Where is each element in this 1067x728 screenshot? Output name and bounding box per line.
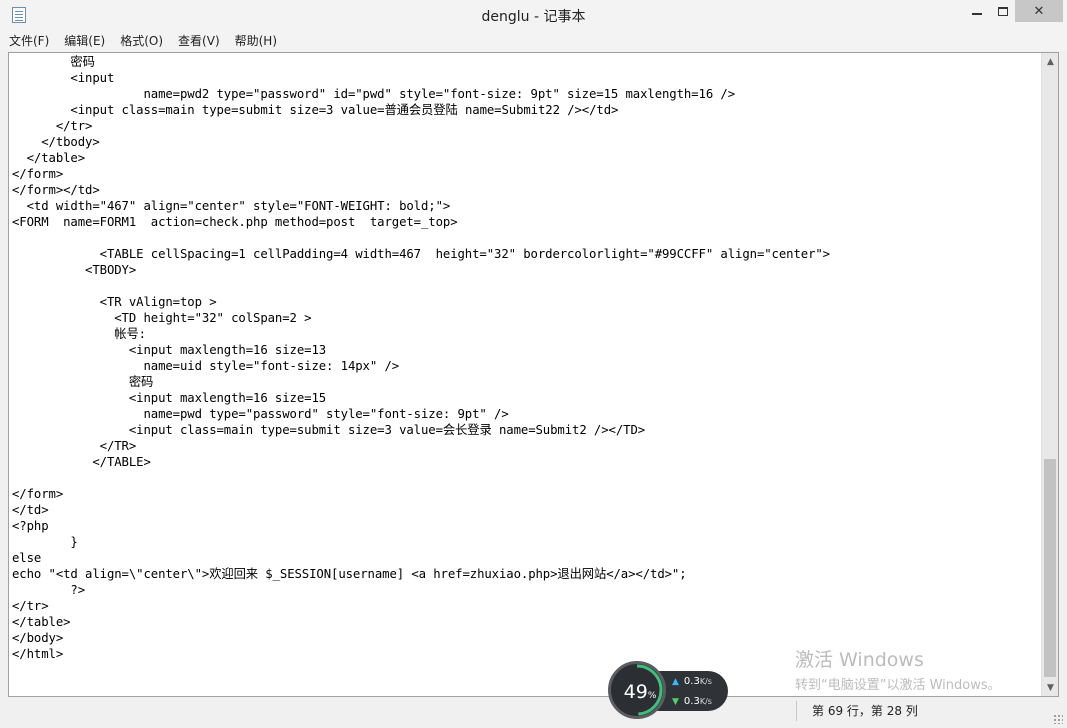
close-button[interactable]: ✕ — [1015, 0, 1063, 22]
menu-view[interactable]: 查看(V) — [178, 32, 220, 49]
code-line[interactable]: <input class=main type=submit size=3 val… — [12, 422, 1038, 438]
maximize-button[interactable] — [988, 0, 1018, 22]
menu-help[interactable]: 帮助(H) — [235, 32, 277, 49]
code-line[interactable]: 帐号: — [12, 326, 1038, 342]
vertical-scrollbar[interactable]: ▲ ▼ — [1041, 53, 1058, 696]
code-line[interactable]: <TD height="32" colSpan=2 > — [12, 310, 1038, 326]
code-line[interactable]: </TABLE> — [12, 454, 1038, 470]
menu-edit[interactable]: 编辑(E) — [64, 32, 105, 49]
code-line[interactable]: </form></td> — [12, 182, 1038, 198]
code-line[interactable]: <input maxlength=16 size=15 — [12, 390, 1038, 406]
code-line[interactable]: </tr> — [12, 598, 1038, 614]
scroll-up-icon[interactable]: ▲ — [1042, 53, 1058, 70]
status-divider — [796, 701, 797, 721]
upload-unit: K/s — [699, 677, 712, 686]
menu-bar: 文件(F) 编辑(E) 格式(O) 查看(V) 帮助(H) — [0, 30, 1067, 51]
minimize-icon — [972, 13, 982, 15]
code-line[interactable]: </table> — [12, 614, 1038, 630]
code-line[interactable]: echo "<td align=\"center\">欢迎回来 $_SESSIO… — [12, 566, 1038, 582]
code-line[interactable]: name=pwd2 type="password" id="pwd" style… — [12, 86, 1038, 102]
scroll-down-icon[interactable]: ▼ — [1042, 679, 1058, 696]
title-bar: denglu - 记事本 ✕ — [0, 0, 1067, 30]
code-line[interactable]: </tbody> — [12, 134, 1038, 150]
code-line[interactable]: else — [12, 550, 1038, 566]
code-line[interactable]: <input — [12, 70, 1038, 86]
code-line[interactable] — [12, 470, 1038, 486]
download-value: 0.3 — [683, 696, 700, 707]
usage-percent-sign: % — [647, 691, 657, 701]
network-speed-widget[interactable]: 49% ▲ 0.3K/s ▼ 0.3K/s — [608, 661, 730, 719]
code-line[interactable]: </td> — [12, 502, 1038, 518]
code-line[interactable]: <TBODY> — [12, 262, 1038, 278]
code-line[interactable]: </form> — [12, 486, 1038, 502]
code-line[interactable]: <td width="467" align="center" style="FO… — [12, 198, 1038, 214]
upload-arrow-icon: ▲ — [672, 677, 679, 687]
menu-file[interactable]: 文件(F) — [9, 32, 49, 49]
usage-percent: 49% — [611, 681, 669, 707]
code-line[interactable]: <?php — [12, 518, 1038, 534]
code-line[interactable]: <input maxlength=16 size=13 — [12, 342, 1038, 358]
code-line[interactable]: </html> — [12, 646, 1038, 662]
code-line[interactable]: </TR> — [12, 438, 1038, 454]
code-line[interactable]: 密码 — [12, 54, 1038, 70]
code-line[interactable]: </tr> — [12, 118, 1038, 134]
code-line[interactable]: } — [12, 534, 1038, 550]
code-line[interactable]: <TR vAlign=top > — [12, 294, 1038, 310]
window-title: denglu - 记事本 — [481, 9, 586, 25]
download-speed: ▼ 0.3K/s — [672, 696, 712, 707]
menu-format[interactable]: 格式(O) — [120, 32, 163, 49]
download-unit: K/s — [699, 697, 712, 706]
code-line[interactable]: </form> — [12, 166, 1038, 182]
status-bar: 第 69 行，第 28 列 — [0, 698, 1067, 728]
text-editor[interactable]: 密码 <input name=pwd2 type="password" id="… — [8, 52, 1059, 697]
usage-percent-value: 49 — [623, 681, 648, 703]
code-line[interactable]: name=pwd type="password" style="font-siz… — [12, 406, 1038, 422]
maximize-icon — [998, 6, 1008, 16]
code-line[interactable]: name=uid style="font-size: 14px" /> — [12, 358, 1038, 374]
code-line[interactable]: 密码 — [12, 374, 1038, 390]
code-line[interactable]: <FORM name=FORM1 action=check.php method… — [12, 214, 1038, 230]
resize-grip-icon[interactable] — [1053, 714, 1063, 724]
code-line[interactable]: <TABLE cellSpacing=1 cellPadding=4 width… — [12, 246, 1038, 262]
code-line[interactable] — [12, 278, 1038, 294]
code-line[interactable] — [12, 230, 1038, 246]
editor-content[interactable]: 密码 <input name=pwd2 type="password" id="… — [12, 54, 1038, 662]
code-line[interactable]: </body> — [12, 630, 1038, 646]
memory-usage-gauge[interactable]: 49% — [608, 661, 666, 719]
cursor-position: 第 69 行，第 28 列 — [812, 704, 918, 718]
download-arrow-icon: ▼ — [672, 697, 679, 707]
close-icon: ✕ — [1033, 3, 1045, 19]
upload-speed: ▲ 0.3K/s — [672, 676, 712, 687]
upload-value: 0.3 — [683, 676, 700, 687]
code-line[interactable]: ?> — [12, 582, 1038, 598]
code-line[interactable]: </table> — [12, 150, 1038, 166]
code-line[interactable]: <input class=main type=submit size=3 val… — [12, 102, 1038, 118]
scroll-thumb[interactable] — [1044, 459, 1056, 677]
